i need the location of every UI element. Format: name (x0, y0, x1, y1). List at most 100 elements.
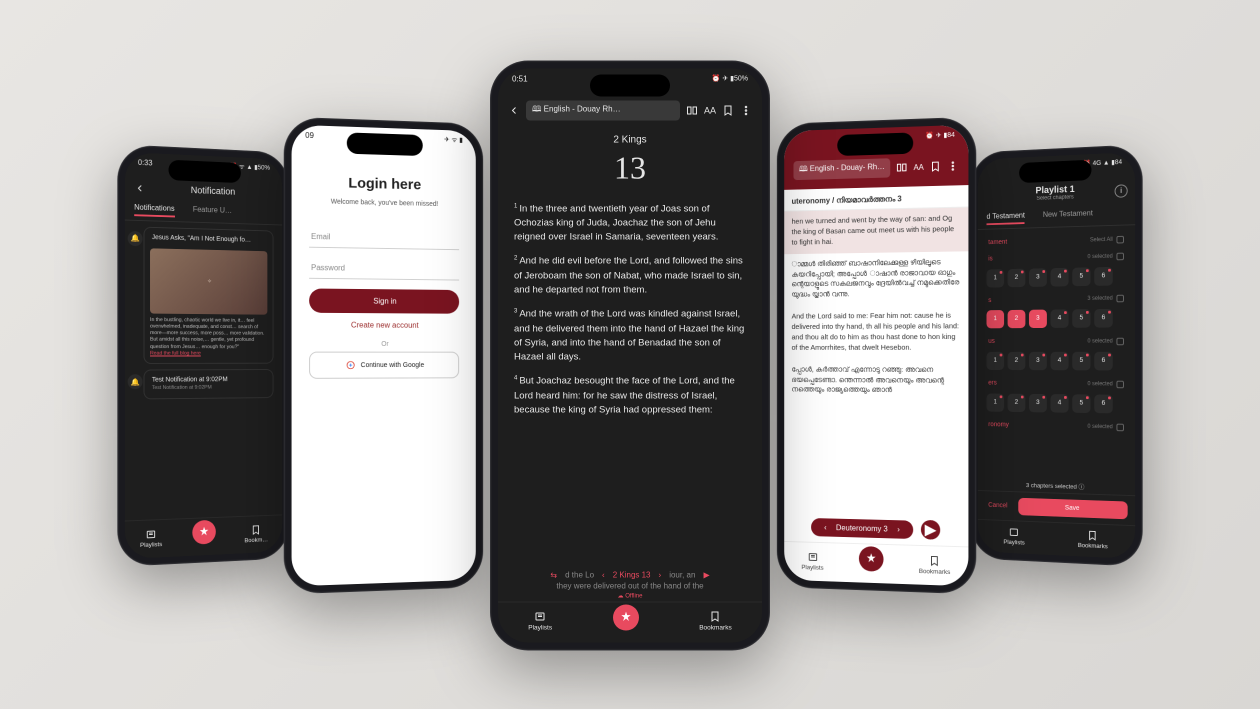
status-icons: ⏰ ᯤ ▲ ▮50% (230, 162, 270, 172)
chapter-chip[interactable]: 4 (1050, 394, 1068, 413)
chapter-chip[interactable]: 5 (1072, 309, 1090, 328)
chapter-chip[interactable]: 1 (987, 393, 1005, 411)
chapter-chip[interactable]: 2 (1008, 393, 1026, 411)
chapter-chip[interactable]: 2 (1008, 310, 1026, 328)
language-selector[interactable]: 🕮 English - Douay Rh… (526, 100, 680, 120)
checkbox-icon[interactable] (1116, 235, 1123, 243)
chapter-nav-pill[interactable]: ‹ Deuteronomy 3 › (811, 517, 913, 538)
notif-title: Test Notification at 9:02PM (150, 375, 267, 385)
current-chapter[interactable]: 2 Kings 13 (613, 570, 651, 579)
or-divider: Or (309, 340, 459, 347)
book-title: 2 Kings (498, 126, 762, 147)
chevron-right-icon[interactable]: › (659, 570, 662, 579)
read-more-link[interactable]: Read the full blog here (150, 350, 267, 357)
chapter-grid: 123456 (987, 391, 1126, 418)
chapter-chip[interactable]: 6 (1094, 266, 1113, 285)
info-icon[interactable]: i (1115, 183, 1128, 197)
login-title: Login here (309, 173, 459, 193)
book-section-row[interactable]: ronomy0 selected (987, 417, 1126, 436)
chapter-chip[interactable]: 5 (1072, 394, 1090, 413)
nav-playlists[interactable]: Playlists (801, 550, 823, 571)
play-icon[interactable]: ▶ (703, 570, 709, 579)
fab-home[interactable] (859, 546, 884, 572)
chapter-chip[interactable]: 1 (987, 268, 1005, 286)
checkbox-icon[interactable] (1116, 295, 1123, 303)
chapter-chip[interactable]: 3 (1029, 267, 1047, 286)
chevron-right-icon[interactable]: › (897, 524, 900, 533)
nav-playlists[interactable]: Playlists (528, 611, 552, 632)
chapter-chip[interactable]: 5 (1072, 351, 1090, 370)
checkbox-icon[interactable] (1116, 338, 1123, 345)
language-selector[interactable]: 🕮 English - Douay- Rh… (793, 158, 890, 180)
chapter-chip[interactable]: 6 (1094, 309, 1113, 328)
password-field[interactable]: Password (309, 257, 459, 280)
font-size-icon[interactable]: AA (704, 105, 716, 115)
nav-playlists[interactable]: Playlists (1004, 526, 1025, 546)
play-button[interactable]: ▶ (921, 519, 940, 539)
back-icon[interactable] (508, 104, 520, 116)
chevron-left-icon[interactable]: ‹ (824, 522, 826, 531)
bookmarks-icon (709, 611, 721, 623)
nav-playlists[interactable]: Playlists (140, 527, 162, 548)
fab-home[interactable] (192, 519, 216, 544)
book-open-icon[interactable] (896, 161, 907, 173)
back-icon[interactable] (134, 182, 145, 194)
tab-notifications[interactable]: Notifications (134, 203, 174, 217)
checkbox-icon[interactable] (1116, 252, 1123, 260)
book-open-icon[interactable] (686, 104, 698, 116)
chapter-chip[interactable]: 3 (1029, 351, 1047, 369)
bell-icon: 🔔 (128, 374, 143, 389)
nav-bookmarks[interactable]: Bookm… (244, 523, 268, 543)
bookmark-icon[interactable] (930, 160, 942, 172)
chapter-chip[interactable]: 4 (1050, 309, 1068, 328)
chapter-chip[interactable]: 3 (1029, 393, 1047, 412)
fab-home[interactable] (613, 604, 639, 630)
more-icon[interactable] (740, 104, 752, 116)
verse-content[interactable]: 1In the three and twentieth year of Joas… (498, 196, 762, 568)
chapter-chip[interactable]: 1 (987, 310, 1005, 328)
bookmarks-icon (251, 523, 262, 534)
phone-reader: 0:51 ⏰ ✈ ▮50% 🕮 English - Douay Rh… AA 2… (490, 60, 770, 650)
playlist-content: tament Select All is0 selected123456s3 s… (978, 225, 1135, 480)
checkbox-icon[interactable] (1116, 380, 1123, 388)
book-section-row[interactable]: s3 selected (987, 290, 1126, 308)
cancel-button[interactable]: Cancel (985, 496, 1011, 514)
nav-bookmarks[interactable]: Bookmarks (1078, 529, 1108, 550)
chapter-chip[interactable]: 4 (1050, 351, 1068, 369)
chapter-chip[interactable]: 6 (1094, 351, 1113, 370)
tab-old-testament[interactable]: d Testament (987, 211, 1025, 225)
tab-new-testament[interactable]: New Testament (1043, 208, 1093, 223)
nav-bookmarks[interactable]: Bookmarks (699, 611, 732, 632)
chapter-chip[interactable]: 1 (987, 352, 1005, 370)
phone-login: 09 ✈ ᯤ ▮ Login here Welcome back, you've… (284, 116, 483, 594)
chapter-chip[interactable]: 6 (1094, 394, 1113, 413)
chapter-chip[interactable]: 3 (1029, 309, 1047, 327)
playlists-icon (1009, 526, 1020, 537)
create-account-link[interactable]: Create new account (309, 312, 459, 337)
bookmark-icon[interactable] (722, 104, 734, 116)
book-section-row[interactable]: us0 selected (987, 333, 1126, 350)
bell-icon: 🔔 (128, 230, 143, 245)
next-context: iour, an (669, 570, 695, 579)
chapter-chip[interactable]: 2 (1008, 352, 1026, 370)
signin-button[interactable]: Sign in (309, 288, 459, 313)
notification-card[interactable]: 🔔 Jesus Asks, "Am I Not Enough fo… ✧ In … (144, 226, 274, 364)
nudge-icon[interactable]: ⇆ (550, 570, 557, 579)
more-icon[interactable] (947, 160, 959, 172)
chevron-left-icon[interactable]: ‹ (602, 570, 605, 579)
nav-bookmarks[interactable]: Bookmarks (919, 554, 950, 575)
chapter-chip[interactable]: 4 (1050, 267, 1068, 286)
tab-feature[interactable]: Feature U… (193, 205, 232, 219)
checkbox-icon[interactable] (1116, 423, 1123, 431)
notif-title: Jesus Asks, "Am I Not Enough fo… (150, 233, 267, 245)
notification-card[interactable]: 🔔 Test Notification at 9:02PM Test Notif… (144, 369, 274, 399)
chapter-chip[interactable]: 5 (1072, 266, 1090, 285)
save-button[interactable]: Save (1018, 497, 1128, 519)
status-icons: ⏰ 4G ▲ ▮84 (1083, 158, 1122, 167)
email-field[interactable]: Email (309, 226, 459, 250)
verse-tail: they were delivered out of the hand of t… (498, 581, 762, 590)
font-size-icon[interactable]: AA (914, 162, 924, 171)
book-section-row[interactable]: ers0 selected (987, 375, 1126, 392)
chapter-chip[interactable]: 2 (1008, 268, 1026, 287)
google-signin-button[interactable]: Continue with Google (309, 351, 459, 378)
